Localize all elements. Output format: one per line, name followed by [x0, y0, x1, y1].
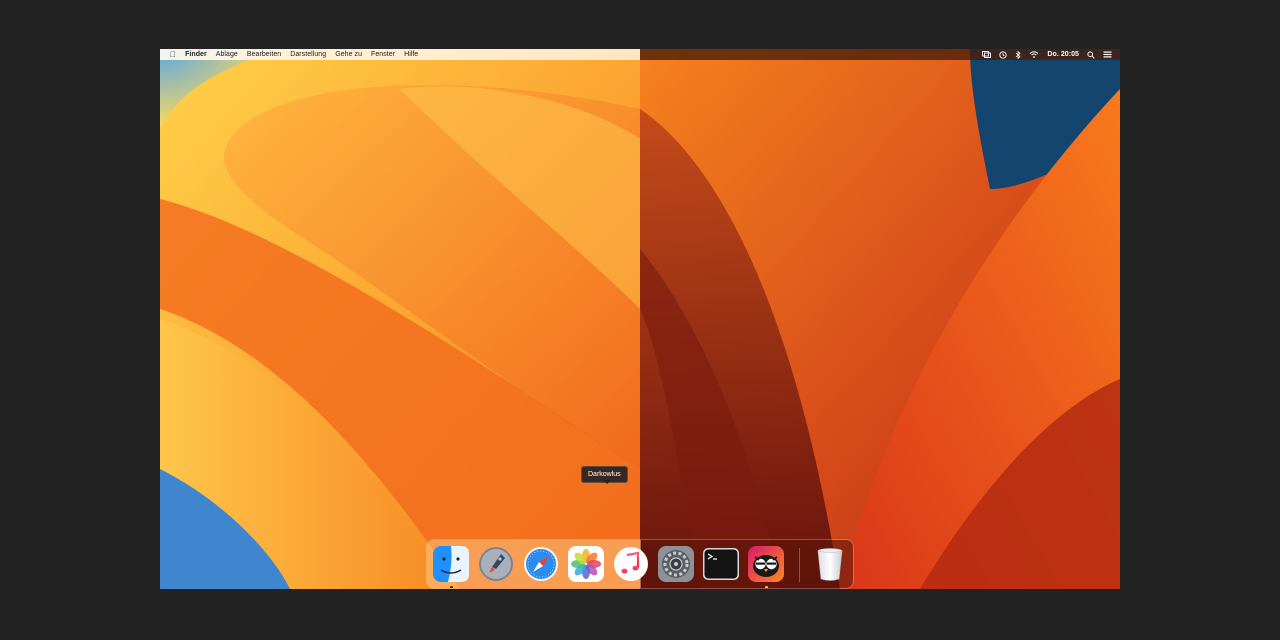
finder-running-indicator — [450, 586, 453, 588]
menu-gehe-zu[interactable]: Gehe zu — [335, 51, 362, 58]
launchpad-icon[interactable] — [477, 545, 515, 583]
wifi-icon[interactable] — [1029, 51, 1039, 58]
finder-icon[interactable] — [432, 545, 470, 583]
darkowlus-owl-icon[interactable] — [747, 545, 785, 583]
desktop-screen:  Finder Ablage Bearbeiten Darstellung G… — [160, 49, 1120, 589]
control-center-icon[interactable] — [1103, 51, 1112, 58]
menu-app-name[interactable]: Finder — [185, 51, 207, 58]
darkowlus-running-indicator — [765, 586, 768, 588]
menu-bar-light:  Finder Ablage Bearbeiten Darstellung G… — [160, 49, 640, 60]
dock-separator — [799, 548, 800, 582]
bluetooth-icon[interactable] — [1015, 50, 1022, 59]
dock-tooltip-arrow — [603, 480, 611, 484]
wallpaper-dark-mode — [640, 49, 1120, 589]
safari-icon[interactable] — [522, 545, 560, 583]
time-machine-icon[interactable] — [999, 50, 1008, 59]
music-icon[interactable] — [612, 545, 650, 583]
trash-icon[interactable] — [811, 545, 849, 583]
menu-hilfe[interactable]: Hilfe — [404, 51, 418, 58]
spotlight-search-icon[interactable] — [1087, 50, 1095, 59]
menu-clock[interactable]: Do. 20:05 — [1047, 51, 1079, 58]
dock — [426, 539, 854, 589]
photos-icon[interactable] — [567, 545, 605, 583]
wallpaper-light-mode — [160, 49, 640, 589]
menu-fenster[interactable]: Fenster — [371, 51, 395, 58]
menu-ablage[interactable]: Ablage — [216, 51, 238, 58]
terminal-icon[interactable] — [702, 545, 740, 583]
menu-bar-dark: Do. 20:05 — [640, 49, 1120, 60]
apple-logo-icon[interactable]:  — [170, 50, 176, 59]
menu-bearbeiten[interactable]: Bearbeiten — [247, 51, 281, 58]
menu-darstellung[interactable]: Darstellung — [290, 51, 326, 58]
screen-mirroring-icon[interactable] — [982, 51, 992, 58]
system-preferences-icon[interactable] — [657, 545, 695, 583]
